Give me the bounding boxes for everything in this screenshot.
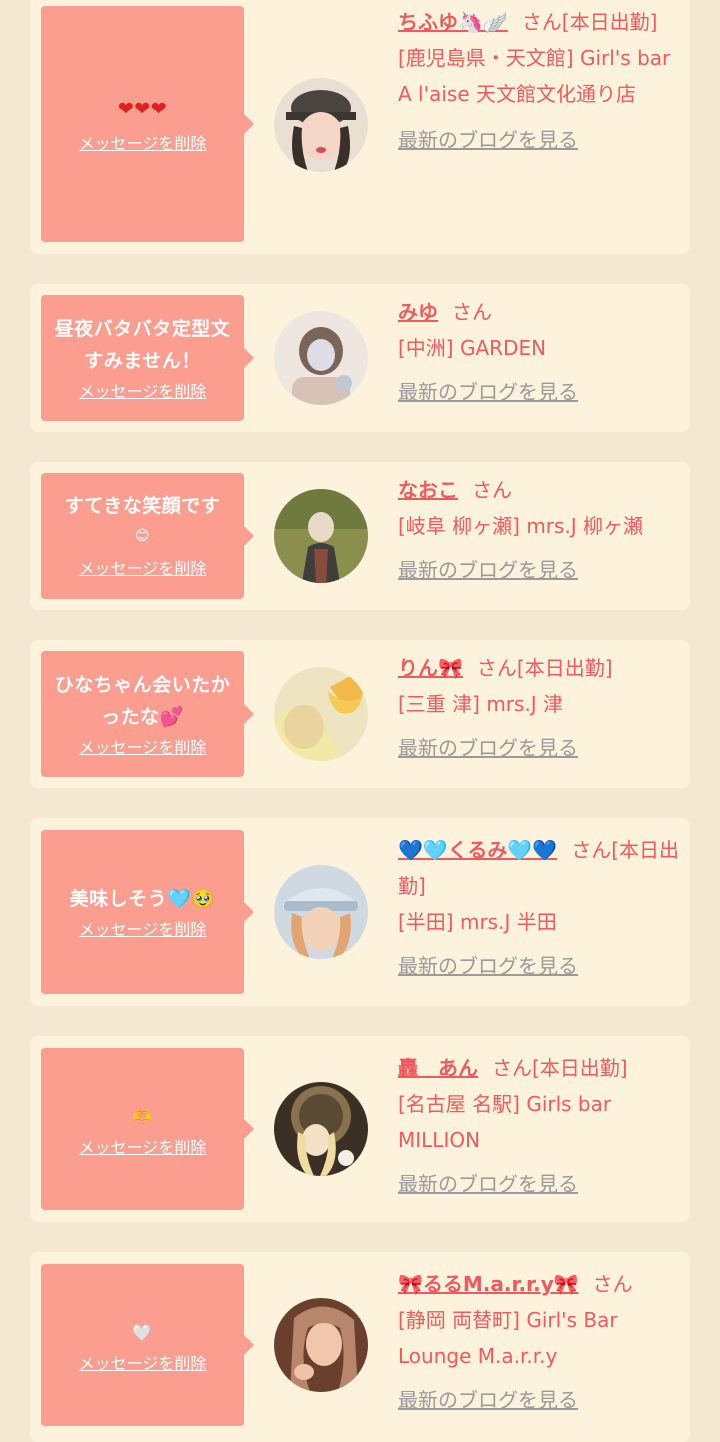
message-text: すてきな笑顔です 😊 (65, 492, 221, 550)
cast-info: みゆ さん [中洲] GARDEN 最新のブログを見る (398, 294, 683, 410)
honorific-status: さん (452, 300, 492, 324)
message-bubble: 🫶 メッセージを削除 (41, 1048, 254, 1210)
message-text: ひなちゃん会いたかったな💕 (54, 674, 231, 728)
avatar[interactable] (274, 78, 368, 172)
shop-name: [鹿児島県・天文館] Girl's bar A l'aise 天文館文化通り店 (398, 46, 671, 106)
message-bubble: すてきな笑顔です 😊 メッセージを削除 (41, 473, 254, 599)
cast-info: 🎀るるM.a.r.r.y🎀 さん [静岡 両替町] Girl's Bar Loun… (398, 1266, 683, 1418)
honorific-status: さん[本日出勤] (521, 10, 658, 34)
message-bubble: ひなちゃん会いたかったな💕 メッセージを削除 (41, 651, 254, 777)
cast-info: 轟 あん さん[本日出勤] [名古屋 名駅] Girls bar MILLION … (398, 1050, 683, 1202)
delete-message-link[interactable]: メッセージを削除 (79, 919, 207, 941)
message-card: 美味しそう🩵🥹 メッセージを削除 💙🩵くるみ🩵💙 さん[本日出勤] [半田] mr… (30, 818, 690, 1006)
honorific-status: さん (472, 478, 512, 502)
cast-info: なおこ さん [岐阜 柳ヶ瀬] mrs.J 柳ヶ瀬 最新のブログを見る (398, 472, 683, 588)
delete-message-link[interactable]: メッセージを削除 (79, 558, 207, 580)
shop-name: [名古屋 名駅] Girls bar MILLION (398, 1092, 612, 1152)
shop-name: [岐阜 柳ヶ瀬] mrs.J 柳ヶ瀬 (398, 514, 644, 538)
smile-emoji: 😊 (134, 528, 151, 544)
cast-name-link[interactable]: りん🎀 (398, 656, 463, 680)
delete-message-link[interactable]: メッセージを削除 (79, 737, 207, 759)
cast-name-link[interactable]: ちふゆ🦄🪽 (398, 10, 508, 34)
honorific-status: さん (592, 1272, 633, 1296)
shop-name: [中洲] GARDEN (398, 336, 547, 360)
avatar[interactable] (274, 489, 368, 583)
message-bubble: 🤍 メッセージを削除 (41, 1264, 254, 1426)
avatar[interactable] (274, 667, 368, 761)
message-bubble: 美味しそう🩵🥹 メッセージを削除 (41, 830, 254, 994)
message-card: ❤❤❤ メッセージを削除 ちふゆ🦄🪽 さん[本日出勤] [鹿児島県・天文館] Gi… (30, 0, 690, 254)
cast-info: りん🎀 さん[本日出勤] [三重 津] mrs.J 津 最新のブログを見る (398, 650, 683, 766)
delete-message-link[interactable]: メッセージを削除 (79, 381, 207, 403)
cast-name-link[interactable]: 💙🩵くるみ🩵💙 (398, 838, 557, 862)
cast-name-link[interactable]: みゆ (398, 300, 438, 324)
honorific-status: さん[本日出勤] (492, 1056, 628, 1080)
delete-message-link[interactable]: メッセージを削除 (79, 1137, 207, 1159)
latest-blog-link[interactable]: 最新のブログを見る (398, 1382, 683, 1418)
message-text: 昼夜バタバタ定型文すみません！ (54, 318, 231, 372)
cast-name-link[interactable]: なおこ (398, 478, 458, 502)
cast-info: 💙🩵くるみ🩵💙 さん[本日出勤] [半田] mrs.J 半田 最新のブログを見る (398, 832, 683, 984)
message-text: 美味しそう🩵🥹 (69, 888, 216, 910)
shop-name: [半田] mrs.J 半田 (398, 910, 557, 934)
message-bubble: ❤❤❤ メッセージを削除 (41, 6, 254, 242)
avatar[interactable] (274, 311, 368, 405)
delete-message-link[interactable]: メッセージを削除 (79, 133, 207, 155)
message-bubble: 昼夜バタバタ定型文すみません！ メッセージを削除 (41, 295, 254, 421)
message-card: 🤍 メッセージを削除 🎀るるM.a.r.r.y🎀 さん [静岡 両替町] Girl… (30, 1252, 690, 1442)
message-text: 🤍 (132, 1316, 152, 1349)
message-card: 🫶 メッセージを削除 轟 あん さん[本日出勤] [名古屋 名駅] Girls b… (30, 1036, 690, 1222)
honorific-status: さん[本日出勤] (476, 656, 613, 680)
message-card: ひなちゃん会いたかったな💕 メッセージを削除 りん🎀 さん[本日出勤] [三重 津… (30, 640, 690, 788)
cast-name-link[interactable]: 🎀るるM.a.r.r.y🎀 (398, 1272, 579, 1296)
latest-blog-link[interactable]: 最新のブログを見る (398, 730, 683, 766)
delete-message-link[interactable]: メッセージを削除 (79, 1353, 207, 1375)
cast-info: ちふゆ🦄🪽 さん[本日出勤] [鹿児島県・天文館] Girl's bar A l'… (398, 4, 683, 158)
shop-name: [静岡 両替町] Girl's Bar Lounge M.a.r.r.y (398, 1308, 618, 1368)
avatar[interactable] (274, 1082, 368, 1176)
shop-name: [三重 津] mrs.J 津 (398, 692, 564, 716)
latest-blog-link[interactable]: 最新のブログを見る (398, 552, 683, 588)
message-card: すてきな笑顔です 😊 メッセージを削除 なおこ さん [岐阜 柳ヶ瀬] mrs.J … (30, 462, 690, 610)
white-heart-emoji: 🤍 (132, 1322, 153, 1342)
latest-blog-link[interactable]: 最新のブログを見る (398, 948, 683, 984)
message-text: ❤❤❤ (118, 93, 167, 125)
cast-name-link[interactable]: 轟 あん (398, 1056, 478, 1080)
message-card: 昼夜バタバタ定型文すみません！ メッセージを削除 みゆ さん [中洲] GARDE… (30, 284, 690, 432)
latest-blog-link[interactable]: 最新のブログを見る (398, 374, 683, 410)
message-text: 🫶 (132, 1100, 152, 1133)
avatar[interactable] (274, 1298, 368, 1392)
latest-blog-link[interactable]: 最新のブログを見る (398, 1166, 683, 1202)
message-text-body: すてきな笑顔です (64, 495, 221, 517)
heart-hands-emoji: 🫶 (132, 1106, 153, 1126)
avatar[interactable] (274, 865, 368, 959)
heart-emoji: ❤❤❤ (117, 98, 168, 120)
latest-blog-link[interactable]: 最新のブログを見る (398, 122, 683, 158)
